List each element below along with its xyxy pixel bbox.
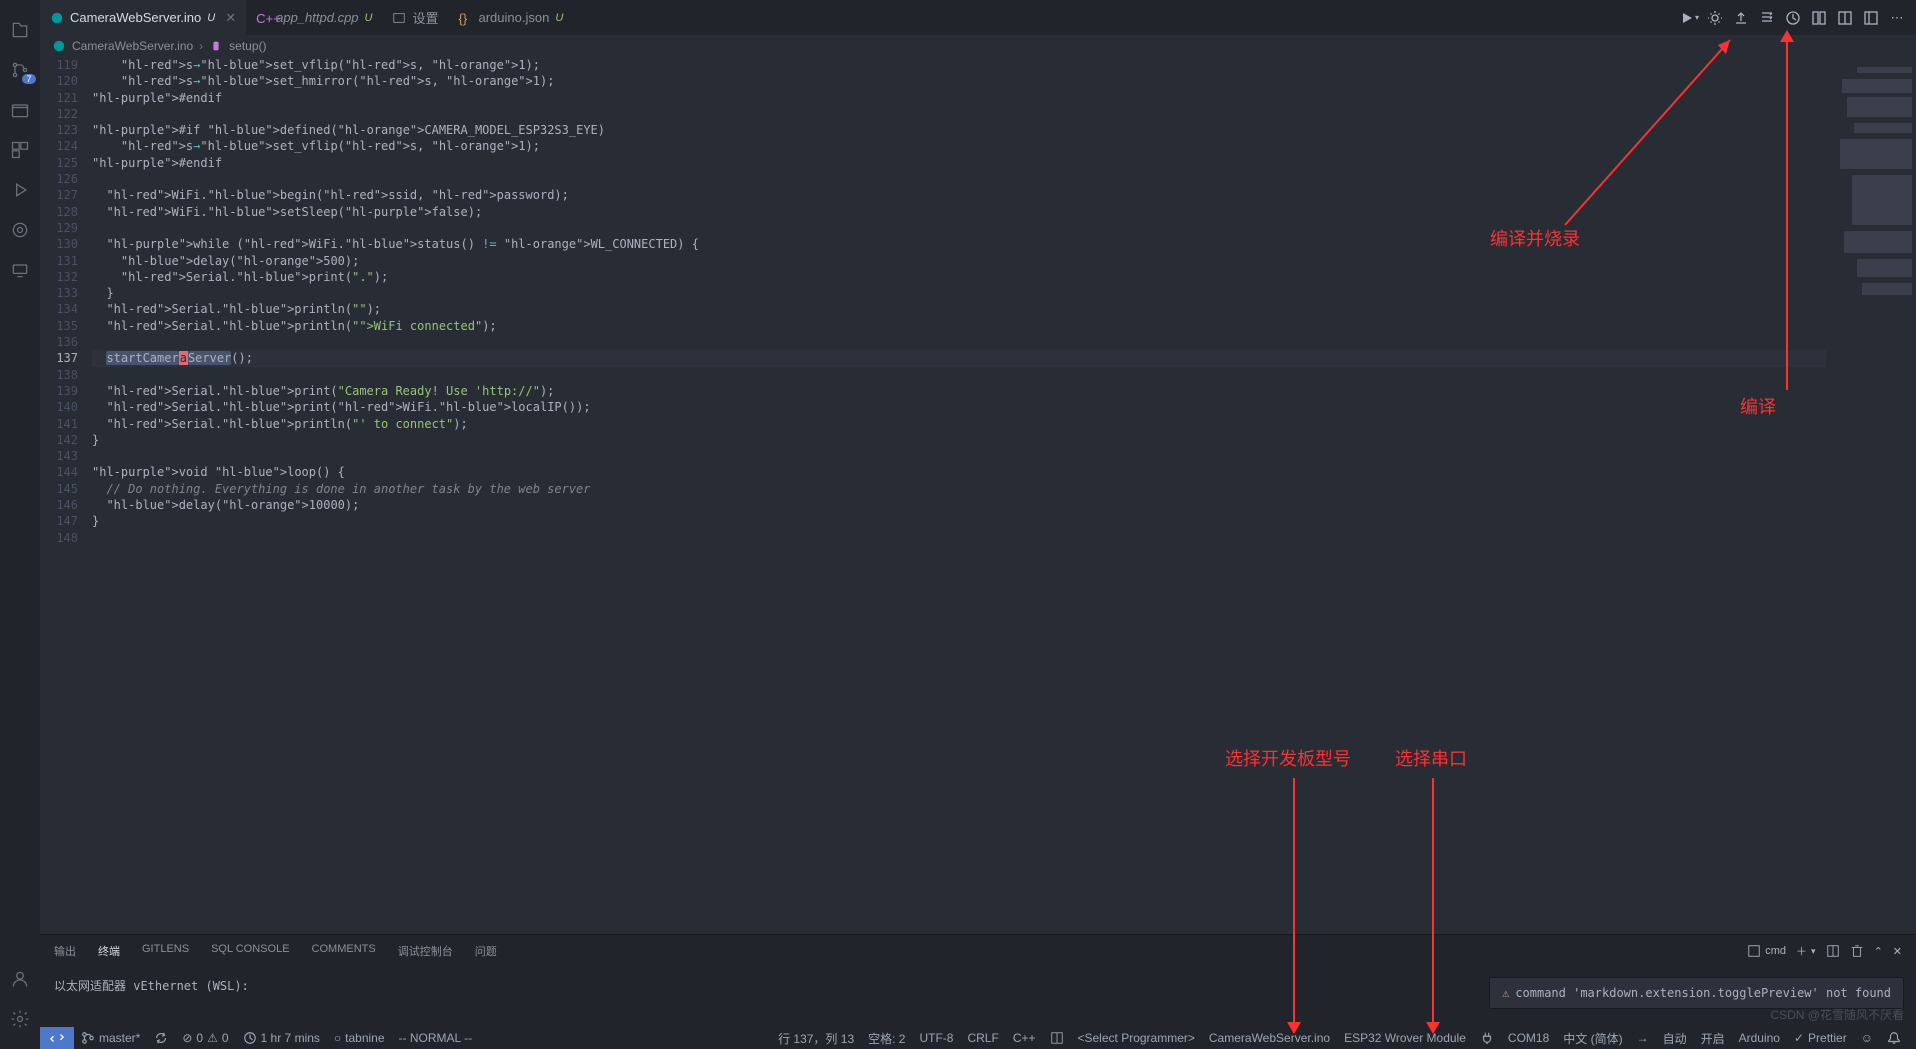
- source-control-icon[interactable]: 7: [0, 50, 40, 90]
- remote-icon[interactable]: [0, 250, 40, 290]
- new-terminal-button[interactable]: ＋▾: [1796, 943, 1816, 959]
- eol[interactable]: CRLF: [960, 1031, 1005, 1045]
- chevron-right-icon: ›: [199, 39, 203, 53]
- shell-selector[interactable]: cmd: [1747, 944, 1786, 958]
- arrow-icon[interactable]: →: [1630, 1031, 1656, 1045]
- locale[interactable]: 中文 (简体): [1556, 1030, 1629, 1047]
- tabnine[interactable]: ○tabnine: [327, 1031, 392, 1045]
- prettier-button[interactable]: ✓ Prettier: [1787, 1031, 1854, 1045]
- source-badge: 7: [22, 74, 36, 84]
- tab-arduinojson[interactable]: {} arduino.json U: [449, 0, 574, 35]
- open-button[interactable]: 开启: [1694, 1030, 1732, 1047]
- panel-tab-终端[interactable]: 终端: [98, 943, 120, 968]
- close-panel-button[interactable]: ✕: [1893, 945, 1902, 958]
- verify-button[interactable]: [1756, 7, 1778, 29]
- cpp-file-icon: C++: [256, 11, 270, 25]
- remote-button[interactable]: [40, 1027, 74, 1049]
- minimap[interactable]: [1826, 57, 1916, 934]
- plug-icon[interactable]: [1473, 1031, 1501, 1045]
- gitlens-icon[interactable]: [0, 210, 40, 250]
- status-bar: master* ⊘0 ⚠0 1 hr 7 mins ○tabnine -- NO…: [40, 1027, 1916, 1049]
- code-content[interactable]: "hl-red">s→"hl-blue">set_vflip("hl-red">…: [92, 57, 1826, 934]
- board-manager-button[interactable]: [1704, 7, 1726, 29]
- breadcrumb[interactable]: CameraWebServer.ino › setup(): [40, 35, 1916, 57]
- maximize-panel-button[interactable]: ⌃: [1874, 945, 1883, 958]
- wakatime[interactable]: 1 hr 7 mins: [236, 1031, 327, 1045]
- auto-button[interactable]: 自动: [1656, 1030, 1694, 1047]
- history-icon[interactable]: [1782, 7, 1804, 29]
- preview-icon[interactable]: [1043, 1031, 1071, 1045]
- cursor-position[interactable]: 行 137，列 13: [771, 1030, 861, 1047]
- tab-settings[interactable]: 设置: [382, 0, 448, 35]
- warning-icon: ⚠: [1502, 986, 1509, 1000]
- panel-tab-问题[interactable]: 问题: [475, 943, 497, 959]
- panel-tab-输出[interactable]: 输出: [54, 943, 76, 959]
- code-editor[interactable]: 1191201211221231241251261271281291301311…: [40, 57, 1916, 934]
- extensions-icon[interactable]: [0, 130, 40, 170]
- activity-bar: 7: [0, 0, 40, 1049]
- arduino-button[interactable]: Arduino: [1732, 1031, 1787, 1045]
- run-button[interactable]: ▾: [1678, 7, 1700, 29]
- line-gutter: 1191201211221231241251261271281291301311…: [40, 57, 92, 934]
- problems[interactable]: ⊘0 ⚠0: [175, 1031, 235, 1045]
- board-selector[interactable]: ESP32 Wrover Module: [1337, 1031, 1473, 1045]
- panel-tab-comments[interactable]: COMMENTS: [312, 943, 376, 959]
- programmer-selector[interactable]: <Select Programmer>: [1071, 1031, 1202, 1045]
- encoding[interactable]: UTF-8: [912, 1031, 960, 1045]
- tab-camerawebserver[interactable]: CameraWebServer.ino U ✕: [40, 0, 246, 35]
- layout-icon[interactable]: [1860, 7, 1882, 29]
- more-icon[interactable]: ⋯: [1886, 7, 1908, 29]
- panel-tab-sql console[interactable]: SQL CONSOLE: [211, 943, 289, 959]
- settings-icon[interactable]: [0, 999, 40, 1039]
- git-sync[interactable]: [147, 1031, 175, 1045]
- terminal[interactable]: 以太网适配器 vEthernet (WSL): ⚠ command 'markd…: [40, 967, 1916, 1027]
- compare-icon[interactable]: [1808, 7, 1830, 29]
- split-terminal-button[interactable]: [1826, 944, 1840, 958]
- panel-tab-调试控制台[interactable]: 调试控制台: [398, 943, 453, 959]
- indentation[interactable]: 空格: 2: [861, 1030, 912, 1047]
- notification-toast[interactable]: ⚠ command 'markdown.extension.togglePrev…: [1489, 977, 1904, 1009]
- sketch-name[interactable]: CameraWebServer.ino: [1202, 1031, 1337, 1045]
- tab-apphttpd[interactable]: C++ app_httpd.cpp U: [246, 0, 382, 35]
- git-branch[interactable]: master*: [74, 1031, 147, 1045]
- port-selector[interactable]: COM18: [1501, 1031, 1556, 1045]
- tabs-bar: CameraWebServer.ino U ✕ C++ app_httpd.cp…: [40, 0, 1916, 35]
- panel-bar: 输出 终端 GITLENS SQL CONSOLE COMMENTS 调试控制台 问题 cm…: [40, 934, 1916, 967]
- run-debug-icon[interactable]: [0, 170, 40, 210]
- bell-icon[interactable]: [1880, 1031, 1908, 1045]
- explorer-icon[interactable]: [0, 10, 40, 50]
- folder-icon[interactable]: [0, 90, 40, 130]
- feedback-icon[interactable]: ☺: [1854, 1031, 1880, 1045]
- settings-file-icon: [392, 11, 406, 25]
- split-right-icon[interactable]: [1834, 7, 1856, 29]
- vim-mode: -- NORMAL --: [392, 1031, 480, 1045]
- panel-tab-gitlens[interactable]: GITLENS: [142, 943, 189, 959]
- close-icon[interactable]: ✕: [225, 10, 236, 26]
- method-icon: [209, 39, 223, 53]
- json-file-icon: {}: [459, 11, 473, 25]
- arduino-file-icon: [50, 11, 64, 25]
- arduino-file-icon: [52, 39, 66, 53]
- language-mode[interactable]: C++: [1006, 1031, 1043, 1045]
- kill-terminal-button[interactable]: [1850, 944, 1864, 958]
- upload-button[interactable]: [1730, 7, 1752, 29]
- account-icon[interactable]: [0, 959, 40, 999]
